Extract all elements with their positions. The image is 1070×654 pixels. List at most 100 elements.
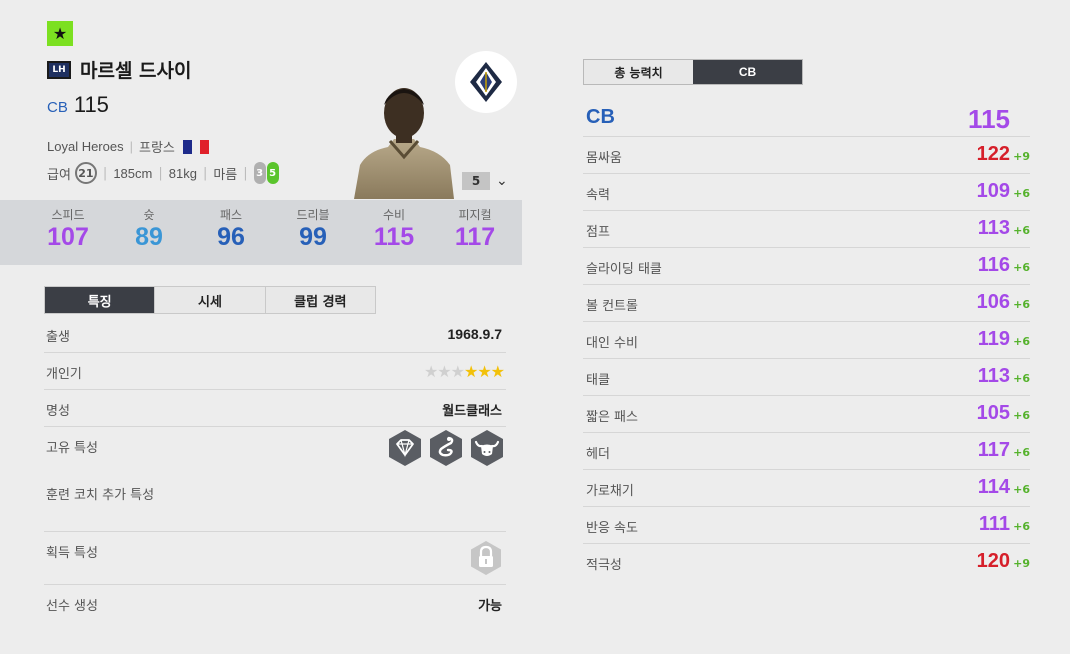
attribute-label: 적극성 [586,558,622,573]
attribute-value: 113 [977,217,1010,239]
tab-position-cb[interactable]: CB [693,60,802,84]
unique-traits-row: 고유 특성 [44,427,506,474]
attribute-label: 볼 컨트롤 [586,299,638,314]
stat-dribbling: 드리블 99 [296,208,330,251]
attribute-row: 짧은 패스 105 +6 [583,396,1030,433]
attribute-row: 적극성 120 +9 [583,544,1030,581]
position-ovr-value: 115 [968,104,1010,134]
stat-passing: 패스 96 [217,208,245,251]
enhancement-level-selector[interactable]: 5 ⌄ [462,172,508,190]
attribute-label: 태클 [586,373,610,388]
stat-physical: 피지컬 117 [454,208,496,251]
attribute-row: 슬라이딩 태클 116 +6 [583,248,1030,285]
attribute-value: 117 [977,439,1010,461]
attribute-bonus: +6 [1013,446,1030,459]
stat-defending: 수비 115 [373,208,415,251]
attribute-label: 헤더 [586,447,610,462]
tab-market-price[interactable]: 시세 [154,287,265,313]
tab-total-stats[interactable]: 총 능력치 [584,60,693,84]
player-portrait [354,88,454,199]
star-filled-icon: ★ [463,362,478,381]
birth-date: 1968.9.7 [447,326,503,342]
attribute-label: 속력 [586,188,610,203]
attribute-row: 점프 113 +6 [583,211,1030,248]
acquired-traits-row: 획득 특성 [44,532,506,585]
strong-foot-icon: 5 [266,162,279,184]
attribute-bonus: +9 [1013,557,1030,570]
height: 185cm [113,165,153,181]
attribute-label: 대인 수비 [586,336,638,351]
stat-shooting: 슛 89 [135,208,163,251]
player-ovr: 115 [73,92,109,117]
attribute-bonus: +6 [1013,261,1030,274]
attribute-bonus: +6 [1013,520,1030,533]
attribute-value: 109 [976,180,1010,202]
attribute-label: 반응 속도 [586,521,638,536]
attribute-value: 113 [977,365,1010,387]
enhancement-level: 5 [462,172,490,190]
star-filled-icon: ★ [477,362,491,381]
attribute-row: 볼 컨트롤 106 +6 [583,285,1030,322]
attribute-value: 114 [977,476,1010,498]
attribute-row: 몸싸움 122 +9 [583,137,1030,174]
attribute-value: 122 [976,143,1010,165]
attribute-row: 가로채기 114 +6 [583,470,1030,507]
body-type: 마름 [213,167,238,183]
star-filled-icon: ★ [490,362,505,381]
chevron-down-icon: ⌄ [496,173,508,189]
unique-trait-icons [386,429,506,467]
reputation-row: 명성 월드클래스 [44,390,506,427]
weak-foot-icon: 3 [253,162,266,184]
club-logo [455,51,517,113]
attribute-bonus: +6 [1013,335,1030,348]
tab-features[interactable]: 특징 [45,287,155,313]
star-icon: ★ [47,21,73,46]
attribute-tabs: 총 능력치 CB [583,59,803,85]
attribute-label: 슬라이딩 태클 [586,262,662,277]
star-empty-icon: ★ [450,362,465,381]
france-flag-icon [182,139,209,154]
physical-info-line: 급여 21 | 185cm | 81kg | 마름 | 3 5 [47,162,279,184]
attribute-bonus: +6 [1013,483,1030,496]
skill-stars: ★★★★★★ [423,362,505,381]
attribute-label: 가로채기 [586,484,634,499]
nation-name: 프랑스 [139,141,175,156]
player-generation-row: 선수 생성 가능 [44,585,506,622]
attribute-value: 111 [978,513,1010,535]
attribute-value: 106 [976,291,1010,313]
star-empty-icon: ★ [423,362,438,381]
attribute-bonus: +6 [1013,298,1030,311]
attribute-bonus: +6 [1013,409,1030,422]
player-position: CB [47,99,68,116]
season-name: Loyal Heroes [47,139,124,154]
stat-speed: 스피드 107 [47,208,89,251]
attribute-bonus: +6 [1013,224,1030,237]
bull-icon[interactable] [468,429,506,467]
tab-club-history[interactable]: 클럽 경력 [264,287,375,313]
attribute-label: 점프 [586,225,610,240]
position-ovr-row: CB 115 [583,101,1030,137]
wage-label: 급여 [47,167,71,183]
attribute-row: 반응 속도 111 +6 [583,507,1030,544]
player-name: 마르셀 드사이 [80,60,192,82]
position-ovr: CB 115 [47,92,109,118]
snake-icon[interactable] [427,429,465,467]
attribute-value: 120 [976,550,1010,572]
season-badge: LH [47,61,71,79]
weight: 81kg [168,165,197,181]
attribute-bonus: +9 [1013,150,1030,163]
generation-value: 가능 [478,599,502,614]
attribute-value: 116 [977,254,1010,276]
lock-icon [471,541,501,575]
attribute-label: 몸싸움 [586,151,622,166]
birth-row: 출생 1968.9.7 [44,316,506,353]
skill-moves-row: 개인기 ★★★★★★ [44,353,506,390]
attribute-value: 105 [976,402,1010,424]
diamond-icon[interactable] [386,429,424,467]
attribute-row: 태클 113 +6 [583,359,1030,396]
player-info-panel: ★ LH 마르셀 드사이 CB 115 Loyal Heroes | 프랑스 급… [0,0,522,654]
attribute-row: 속력 109 +6 [583,174,1030,211]
reputation-value: 월드클래스 [442,404,502,419]
position-label: CB [586,106,615,128]
attribute-label: 짧은 패스 [586,410,638,425]
